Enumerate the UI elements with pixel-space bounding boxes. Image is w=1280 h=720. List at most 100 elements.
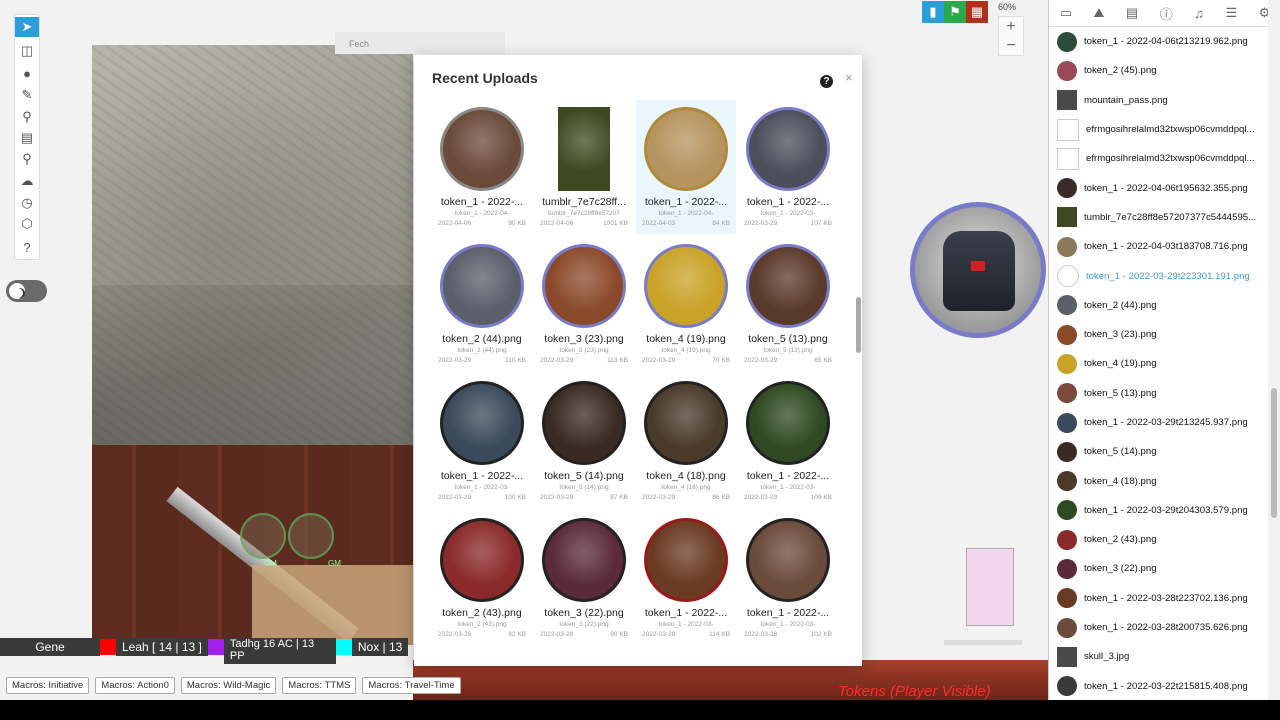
asset-item[interactable]: token_1 - 2022-03-29t204303.579.png [1049, 496, 1271, 525]
clock-tool-icon[interactable]: ◷ [15, 193, 39, 213]
collection-tab-icon[interactable]: ☰ [1225, 5, 1237, 21]
ruler-tool-icon[interactable]: ▤ [15, 128, 39, 148]
upload-tile[interactable]: token_1 - 2022-... token_1 - 2022-04- 2022… [432, 100, 532, 234]
upload-tile[interactable]: token_5 (13).png token_5 (13).png 2022-03-… [738, 237, 838, 371]
asset-item[interactable]: token_5 (14).png [1049, 437, 1271, 466]
draw-tool-icon[interactable]: ✎ [15, 85, 39, 105]
gm-token[interactable] [240, 513, 286, 559]
asset-item[interactable]: tumblr_7e7c28ff8e57207377c5444595... [1049, 203, 1271, 232]
compendium-tab-icon[interactable]: ⓘ [1160, 4, 1173, 23]
fog-tool-icon[interactable]: ☁ [15, 171, 39, 191]
token-thumbnail [440, 244, 524, 328]
upload-tile[interactable]: token_1 - 2022-... token_1 - 2022-03- 2022… [738, 100, 838, 234]
macro-button[interactable]: Macros: Initiative [6, 677, 90, 694]
macro-button[interactable]: Macros: Action0 [95, 677, 175, 694]
dialog-scrollbar[interactable] [856, 297, 861, 353]
player-name[interactable]: Nox | 13 [351, 638, 409, 656]
upload-tile[interactable]: tumblr_7e7c28ff... tumblr_7e7c28ff8e57207… [534, 100, 634, 234]
tile-name: token_3 (22).png [544, 607, 624, 619]
dice-tool-icon[interactable]: ⬡ [15, 214, 39, 234]
tile-size: 90 KB [508, 220, 526, 227]
token-thumbnail [440, 107, 524, 191]
upload-tile[interactable]: token_3 (23).png token_3 (23).png 2022-03-… [534, 237, 634, 371]
dark-mode-toggle[interactable] [6, 280, 47, 302]
upload-tile[interactable]: token_1 - 2022-... token_1 - 2022-03- 2022… [636, 511, 736, 645]
help-tool-icon[interactable]: ? [15, 237, 39, 257]
asset-item[interactable]: token_1 - 2022-04-06t195632.355.png [1049, 173, 1271, 202]
tile-size: 1001 KB [603, 220, 628, 227]
upload-tile[interactable]: token_5 (14).png token_5 (14).png 2022-03-… [534, 374, 634, 508]
asset-item[interactable]: token_1 - 2022-04-03t183708.716.png [1049, 232, 1271, 261]
close-button[interactable]: × [845, 70, 853, 85]
player-name[interactable]: Leah [ 14 | 13 ] [116, 638, 208, 656]
uploads-grid: token_1 - 2022-... token_1 - 2022-04- 2022… [432, 100, 842, 660]
map-layer-icon[interactable]: ▮ [922, 1, 944, 23]
upload-tile[interactable]: token_3 (22).png token_3 (22).png 2022-03-… [534, 511, 634, 645]
upload-tile[interactable]: token_1 - 2022-... token_1 - 2022-03- 2022… [432, 374, 532, 508]
zoom-out-button[interactable]: − [999, 36, 1023, 55]
asset-item[interactable]: token_1 - 2022-03-29t213245.937.png [1049, 408, 1271, 437]
asset-item[interactable]: mountain_pass.png [1049, 86, 1271, 115]
canvas-search-field[interactable]: Fech [335, 32, 505, 54]
macro-button[interactable]: Macros: Wild-Magic [180, 677, 277, 694]
asset-item[interactable]: token_1 - 2022-03-28t200735.626.png [1049, 613, 1271, 642]
upload-tile[interactable]: token_1 - 2022-... token_1 - 2022-03- 2022… [738, 374, 838, 508]
zoom-in-button[interactable]: + [999, 17, 1023, 36]
jukebox-tab-icon[interactable]: ♫ [1194, 6, 1204, 21]
grid-layer-icon[interactable]: ▦ [966, 1, 988, 23]
asset-item[interactable]: efrmgosihrelalmd32txwsp06cvmddpql... [1049, 144, 1271, 173]
asset-thumbnail [1057, 118, 1079, 141]
asset-name: token_3 (22).png [1084, 563, 1157, 575]
asset-item[interactable]: token_2 (45).png [1049, 56, 1271, 85]
tavern-background-image[interactable]: GM GM [92, 445, 413, 645]
upload-tile[interactable]: token_2 (44).png token_2 (44).png 2022-03-… [432, 237, 532, 371]
tile-size: 100 KB [504, 494, 526, 501]
asset-item[interactable]: token_4 (19).png [1049, 349, 1271, 378]
asset-thumbnail [1057, 383, 1077, 404]
zoom-tool-icon[interactable]: ⚲ [15, 107, 39, 127]
pin-tool-icon[interactable]: ⚲ [15, 149, 39, 169]
mech-token[interactable] [910, 202, 1046, 338]
asset-item[interactable]: token_2 (44).png [1049, 291, 1271, 320]
upload-tile[interactable]: token_2 (43).png token_2 (43).png 2022-03-… [432, 511, 532, 645]
asset-name: token_1 - 2022-03-28t223702.136.png [1084, 592, 1248, 604]
recent-uploads-dialog: Recent Uploads ? × token_1 - 2022-... tok… [414, 55, 862, 666]
player-name[interactable]: Gene [0, 638, 100, 656]
asset-name: token_1 - 2022-04-03t183708.716.png [1084, 241, 1248, 253]
upload-tile[interactable]: token_4 (18).png token_4 (18).png 2022-03-… [636, 374, 736, 508]
token-thumbnail [644, 107, 728, 191]
sidebar-scrollbar[interactable] [1268, 0, 1280, 700]
upload-tile[interactable]: token_1 - 2022-... token_1 - 2022-04- 2022… [636, 100, 736, 234]
sidebar-tabs: ▭ ⛰ ▤ ⓘ ♫ ☰ ⚙ [1049, 0, 1280, 27]
asset-item[interactable]: token_4 (18).png [1049, 466, 1271, 495]
asset-item[interactable]: token_1 - 2022-03-22t215815.408.png [1049, 672, 1271, 700]
asset-item[interactable]: token_1 - 2022-04-06t213219.962.png [1049, 27, 1271, 56]
macro-button[interactable]: Macros: Travel-Time [362, 677, 461, 694]
asset-item[interactable]: skull_3.jpg [1049, 642, 1271, 671]
gm-token[interactable] [288, 513, 334, 559]
asset-item[interactable]: token_1 - 2022-03-29t223301.191.png [1049, 261, 1271, 290]
player-name[interactable]: Tadhg 16 AC | 13 PP [223, 638, 336, 664]
cube-tool-icon[interactable]: ◫ [15, 41, 39, 61]
asset-item[interactable]: token_2 (43).png [1049, 525, 1271, 554]
chat-tab-icon[interactable]: ▭ [1060, 5, 1072, 21]
card-deck[interactable] [966, 548, 1014, 626]
moon-icon [15, 288, 25, 298]
token-thumbnail [558, 107, 610, 191]
journal-tab-icon[interactable]: ▤ [1126, 5, 1138, 21]
asset-item[interactable]: token_3 (23).png [1049, 320, 1271, 349]
asset-name: token_2 (43).png [1084, 534, 1157, 546]
asset-item[interactable]: token_5 (13).png [1049, 379, 1271, 408]
world-map-image[interactable] [92, 45, 413, 445]
asset-item[interactable]: token_3 (22).png [1049, 554, 1271, 583]
asset-item[interactable]: token_1 - 2022-03-28t223702.136.png [1049, 584, 1271, 613]
upload-tile[interactable]: token_1 - 2022-... token_1 - 2022-03- 2022… [738, 511, 838, 645]
circle-tool-icon[interactable]: ● [15, 63, 39, 83]
asset-item[interactable]: efrmgosihrelalmd32txwsp06cvmddpql... [1049, 115, 1271, 144]
art-library-tab-icon[interactable]: ⛰ [1094, 5, 1105, 21]
help-icon[interactable]: ? [820, 75, 833, 88]
upload-tile[interactable]: token_4 (19).png token_4 (19).png 2022-03-… [636, 237, 736, 371]
select-tool-icon[interactable]: ➤ [15, 17, 39, 37]
macro-button[interactable]: Macros: TTMS [282, 677, 357, 694]
marker-layer-icon[interactable]: ⚑ [944, 1, 966, 23]
